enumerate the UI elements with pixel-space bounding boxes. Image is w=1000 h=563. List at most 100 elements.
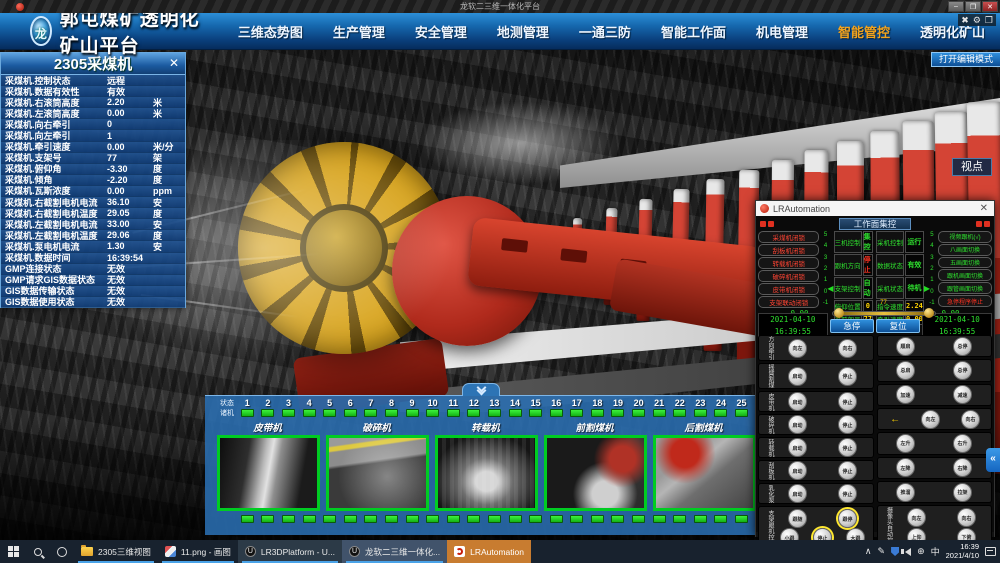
ime-indicator[interactable]: 中	[931, 545, 940, 558]
shearer-position-slider[interactable]: 77	[832, 307, 936, 319]
control-button-总启[interactable]: 总启	[896, 361, 915, 380]
tray-chevron-icon[interactable]: ∧	[865, 546, 872, 557]
minimize-button[interactable]: –	[948, 1, 964, 12]
action-center-icon[interactable]	[985, 547, 996, 556]
pen-icon[interactable]: ✎	[878, 546, 886, 557]
control-button-启动[interactable]: 启动	[788, 415, 807, 434]
slider-knob[interactable]	[924, 308, 934, 318]
workface-control-tab[interactable]: 工作面集控	[839, 218, 912, 230]
cortana-icon	[57, 547, 67, 557]
control-button-总停[interactable]: 总停	[953, 361, 972, 380]
edge-collapse-button[interactable]: «	[986, 448, 1000, 472]
nav-item-机电管理[interactable]: 机电管理	[741, 22, 823, 41]
open-edit-mode-button[interactable]: 打开编辑模式	[931, 52, 1000, 67]
interlock-button[interactable]: 刮板机闭锁	[758, 244, 819, 256]
control-button-停止[interactable]: 停止	[838, 367, 857, 386]
network-icon[interactable]: ⊕	[917, 546, 925, 557]
taskbar-item-龙软二三维一体化...[interactable]: U龙软二三维一体化...	[342, 540, 447, 563]
interlock-button[interactable]: 皮带机闭锁	[758, 283, 819, 295]
taskbar-clock[interactable]: 16:39 2021/4/10	[946, 543, 979, 560]
control-button-启动[interactable]: 启动	[788, 484, 807, 503]
nav-item-三维态势图[interactable]: 三维态势图	[223, 22, 318, 41]
control-button-推溜[interactable]: 推溜	[896, 483, 915, 502]
control-button-停止[interactable]: 停止	[838, 484, 857, 503]
close-button[interactable]: ✕	[982, 1, 998, 12]
control-button-启动[interactable]: 启动	[788, 392, 807, 411]
search-button[interactable]	[26, 540, 50, 563]
window-restore-icon[interactable]: ❐	[985, 15, 993, 25]
control-button-向右[interactable]: 向右	[957, 508, 976, 527]
view-switch-button[interactable]: 视频跟机(√)	[938, 231, 992, 243]
system-tray: ∧ ✎ ⊕ 中 16:39 2021/4/10	[865, 540, 1000, 563]
viewpoint-tab[interactable]: 视点	[952, 158, 992, 176]
view-switch-button[interactable]: 跟机画面切换	[938, 269, 992, 281]
control-button-停止[interactable]: 停止	[838, 461, 857, 480]
control-button-跟随[interactable]: 跟随	[788, 509, 807, 528]
control-button-启动[interactable]: 启动	[788, 367, 807, 386]
control-button-停止[interactable]: 停止	[838, 415, 857, 434]
equipment-controls-group: 方向牵引向左向右摇臂割煤启动停止皮带机启动停止破碎机启动停止转载机启动停止刮板机…	[758, 335, 874, 550]
support-status-cell	[669, 408, 690, 418]
taskbar-item-11.png - 画图[interactable]: 11.png - 画图	[158, 540, 238, 563]
control-button-加速[interactable]: 加速	[896, 385, 915, 404]
control-button-向左[interactable]: 向左	[921, 410, 940, 429]
camera-feed-前割煤机[interactable]	[544, 435, 647, 511]
wrench-icon[interactable]: ✖	[961, 15, 969, 25]
view-switch-button[interactable]: 急停程序停止	[938, 295, 992, 307]
control-button-跟停[interactable]: 跟停	[838, 509, 857, 528]
taskbar-item-2305三维视图[interactable]: 2305三维视图	[74, 540, 158, 563]
control-button-减速[interactable]: 减速	[953, 385, 972, 404]
reset-button[interactable]: 复位	[876, 319, 920, 333]
interlock-button[interactable]: 破碎机闭锁	[758, 270, 819, 282]
nav-item-地测管理[interactable]: 地测管理	[482, 22, 564, 41]
control-button-右降[interactable]: 右降	[953, 458, 972, 477]
control-button-启动[interactable]: 启动	[788, 461, 807, 480]
view-switch-button[interactable]: 五画面切换	[938, 257, 992, 269]
taskbar-item-LR3DPlatform - U...[interactable]: ULR3DPlatform - U...	[238, 540, 342, 563]
control-button-向右[interactable]: 向右	[961, 410, 980, 429]
control-button-启动[interactable]: 启动	[788, 438, 807, 457]
support-ok-indicator	[653, 515, 666, 523]
control-button-向右[interactable]: 向右	[838, 339, 857, 358]
camera-feed-破碎机[interactable]	[326, 435, 429, 511]
control-button-label: 顺启	[901, 343, 911, 350]
camera-feed-皮带机[interactable]	[217, 435, 320, 511]
control-button-左升[interactable]: 左升	[896, 434, 915, 453]
slider-knob[interactable]	[834, 308, 844, 318]
panel-collapse-tab[interactable]	[462, 383, 500, 396]
support-ok-indicator	[570, 515, 583, 523]
support-ok-indicator	[632, 409, 645, 417]
defender-shield-icon[interactable]	[891, 547, 899, 556]
lrautomation-close-icon[interactable]: ✕	[978, 203, 990, 214]
start-button[interactable]	[0, 540, 26, 563]
control-row: 转载机启动停止	[758, 437, 874, 458]
view-switch-button[interactable]: 八画面切换	[938, 244, 992, 256]
camera-feed-转载机[interactable]	[435, 435, 538, 511]
cortana-button[interactable]	[50, 540, 74, 563]
control-button-停止[interactable]: 停止	[838, 438, 857, 457]
control-button-向左[interactable]: 向左	[907, 508, 926, 527]
control-button-拉架[interactable]: 拉架	[953, 483, 972, 502]
nav-item-一通三防[interactable]: 一通三防	[564, 22, 646, 41]
control-button-向左[interactable]: 向左	[788, 339, 807, 358]
gear-icon[interactable]: ⚙	[973, 15, 981, 25]
maximize-button[interactable]: ❐	[965, 1, 981, 12]
interlock-button[interactable]: 转载机闭锁	[758, 257, 819, 269]
taskbar-item-LRAutomation[interactable]: LRAutomation	[447, 540, 531, 563]
view-switch-button[interactable]: 跟管画面切换	[938, 282, 992, 294]
nav-item-智能管控[interactable]: 智能管控	[823, 22, 905, 41]
estop-button[interactable]: 急停	[830, 319, 874, 333]
task-buttons: 2305三维视图11.png - 画图ULR3DPlatform - U...U…	[74, 540, 531, 563]
control-button-停止[interactable]: 停止	[838, 392, 857, 411]
camera-feed-后割煤机[interactable]	[653, 435, 756, 511]
control-button-左降[interactable]: 左降	[896, 458, 915, 477]
speaker-icon[interactable]	[905, 548, 911, 556]
nav-item-智能工作面[interactable]: 智能工作面	[646, 22, 741, 41]
control-button-右升[interactable]: 右升	[953, 434, 972, 453]
control-button-顺启[interactable]: 顺启	[896, 337, 915, 356]
control-row-buttons: 顺启 总停	[878, 337, 992, 356]
nav-item-安全管理[interactable]: 安全管理	[400, 22, 482, 41]
interlock-button[interactable]: 采煤机闭锁	[758, 231, 819, 243]
control-button-总停[interactable]: 总停	[953, 337, 972, 356]
nav-item-生产管理[interactable]: 生产管理	[318, 22, 400, 41]
